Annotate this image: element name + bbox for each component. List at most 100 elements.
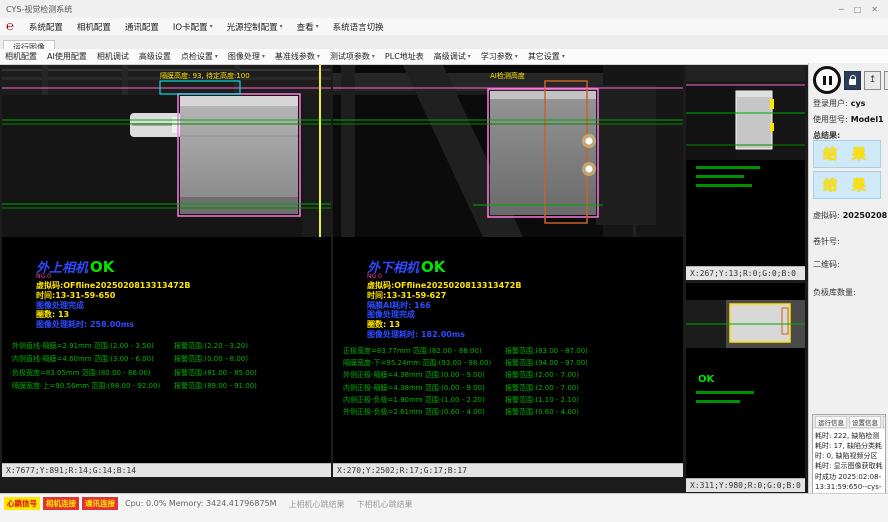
camera-view-upper: 隔膜高度: 93, 待定高度:100 外上相机OK NG:0 虚拟码:OFfli… bbox=[2, 65, 331, 477]
dropdown-arrow-icon: ▾ bbox=[515, 53, 518, 60]
spacer bbox=[686, 283, 805, 300]
tab-row: 运行图像 bbox=[0, 35, 888, 50]
toolbar-item[interactable]: 相机配置 bbox=[0, 51, 42, 62]
menu-item[interactable]: 系统语言切换 bbox=[326, 21, 391, 33]
turns-line: 圈数: 13 bbox=[36, 310, 190, 320]
login-user-value: cys bbox=[851, 99, 866, 108]
cpu-memory-text: Cpu: 0.0% Memory: 3424.41796875M bbox=[125, 497, 277, 508]
elapsed-line: 图像处理耗时: 258.00ms bbox=[36, 320, 190, 330]
model-row: 使用型号: Model1 bbox=[813, 114, 887, 125]
toolbar-item[interactable]: PLC地址表 bbox=[380, 51, 429, 62]
log-tab[interactable]: 错误信息 bbox=[883, 416, 886, 428]
measurement-row: 外侧正极-隔膜=4.38mm 范围:(0.00 - 9.00) 报警范围:(2.… bbox=[343, 369, 681, 381]
menu-item[interactable]: 相机配置 bbox=[70, 21, 118, 33]
pixel-caption-thumb-top: X:267;Y:13;R:0;G:0;B:0 bbox=[686, 266, 805, 280]
toolbar-item[interactable]: 点检设置 ▾ bbox=[176, 51, 223, 62]
status-bar: 心跳信号 相机连接 通讯连接 Cpu: 0.0% Memory: 3424.41… bbox=[0, 493, 888, 522]
maximize-icon[interactable]: □ bbox=[854, 5, 862, 14]
thumbnail-info-top bbox=[686, 160, 805, 266]
pause-icon bbox=[829, 76, 832, 85]
turns-line: 圈数: 13 bbox=[367, 320, 521, 330]
camera-view-lower: AI检测高度 外下相机OK NG:0 虚拟码:OFfline2025020813… bbox=[333, 65, 683, 477]
toolbar-item[interactable]: 学习参数 ▾ bbox=[476, 51, 523, 62]
measurement-row: 内侧正极-负极=1.90mm 范围:(1.00 - 2.20) 报警范围:(1.… bbox=[343, 394, 681, 406]
measurement-list-upper: 外侧直线-隔膜=2.91mm 范围:(2.00 - 3.50) 报警范围:(2.… bbox=[12, 339, 329, 393]
result-info-lower: 外下相机OK NG:0 虚拟码:OFfline2025020813313472B… bbox=[333, 237, 683, 463]
toolbar-item[interactable]: 相机调试 bbox=[92, 51, 134, 62]
titlebar: CYS-视觉检测系统 ─ □ ✕ bbox=[0, 0, 888, 19]
measurement-row: 隔膜宽度-下=95.24mm 范围:(93.00 - 98.00) 报警范围:(… bbox=[343, 357, 681, 369]
thumbnail-image-bottom[interactable] bbox=[686, 300, 805, 348]
toolbar-item[interactable]: 高级设置 bbox=[134, 51, 176, 62]
needle-row: 卷针号: bbox=[813, 236, 887, 247]
dropdown-arrow-icon: ▾ bbox=[210, 23, 213, 30]
measurement-row: 隔膜宽度-上=90.56mm 范围:(88.00 - 92.00) 报警范围:(… bbox=[12, 380, 329, 394]
status-badge: 相机连接 bbox=[43, 497, 79, 510]
camera-image-lower[interactable]: AI检测高度 bbox=[333, 65, 683, 237]
log-tab[interactable]: 运行信息 bbox=[815, 416, 847, 428]
measurement-row: 正极宽度=83.77mm 范围:(82.00 - 88.00) 报警范围:(83… bbox=[343, 345, 681, 357]
result-ok-badge: OK bbox=[90, 258, 114, 276]
log-tabs: 运行信息 设置信息 错误信息 bbox=[813, 415, 885, 429]
thumbnail-info-bottom: OK bbox=[686, 348, 805, 478]
camera-image-upper[interactable]: 隔膜高度: 93, 待定高度:100 bbox=[2, 65, 331, 237]
menu-item[interactable]: 通讯配置 bbox=[118, 21, 166, 33]
measurement-row: 内侧直线-隔膜=4.60mm 范围:(3.00 - 6.00) 报警范围:(0.… bbox=[12, 353, 329, 367]
thumbnail-view-bottom: OK X:311;Y:980;R:0;G:0;B:0 bbox=[686, 283, 805, 492]
login-user-row: 登录用户: cys bbox=[813, 98, 887, 109]
lock-button[interactable] bbox=[844, 71, 861, 90]
model-value: Model1 bbox=[851, 115, 884, 124]
status-line: 图像处理完成 bbox=[367, 310, 521, 320]
menubar: ℮ 系统配置 相机配置 通讯配置 IO卡配置 ▾ 光源控制配置 bbox=[0, 18, 888, 36]
status-badge: 心跳信号 bbox=[4, 497, 40, 510]
dropdown-arrow-icon: ▾ bbox=[316, 23, 319, 30]
status-badges: 心跳信号 相机连接 通讯连接 bbox=[4, 497, 118, 510]
sidebar: ↥ ↵ 登录用户: cys 使用型号: Model1 总结果: 结 果 结 果 … bbox=[808, 63, 888, 497]
toolbar-item[interactable]: 高级调试 ▾ bbox=[429, 51, 476, 62]
lock-icon bbox=[849, 79, 856, 85]
status-badge: 通讯连接 bbox=[82, 497, 118, 510]
ai-elapsed-line: 隔膜AI耗时: 166 bbox=[367, 301, 521, 311]
return-button[interactable]: ↵ bbox=[884, 71, 888, 90]
upper-camera-heartbeat: 上相机心跳结果 bbox=[289, 497, 345, 510]
upload-button[interactable]: ↥ bbox=[864, 71, 881, 90]
toolbar-item[interactable]: AI使用配置 bbox=[42, 51, 92, 62]
thumbnail-view-top: X:267;Y:13;R:0;G:0;B:0 bbox=[686, 65, 805, 280]
qr-row: 二维码: bbox=[813, 259, 887, 270]
toolbar-item[interactable]: 基准线参数 ▾ bbox=[270, 51, 325, 62]
sidebar-buttons: ↥ ↵ bbox=[809, 63, 888, 96]
small-text-line bbox=[696, 400, 740, 403]
toolbar-item[interactable]: 图像处理 ▾ bbox=[223, 51, 270, 62]
menu-item[interactable]: 查看 ▾ bbox=[290, 21, 326, 33]
measurement-row: 负极宽度=83.05mm 范围:(80.00 - 86.00) 报警范围:(81… bbox=[12, 366, 329, 380]
result-ok-badge: OK bbox=[698, 374, 805, 385]
barcode-line: 虚拟码:OFfline2025020813313472B bbox=[367, 281, 521, 291]
small-text-line bbox=[696, 391, 754, 394]
toolbar-item[interactable]: 测试项参数 ▾ bbox=[325, 51, 380, 62]
log-tab[interactable]: 设置信息 bbox=[849, 416, 881, 428]
overlay-label-upper: 隔膜高度: 93, 待定高度:100 bbox=[160, 71, 250, 80]
result-lines-lower: 虚拟码:OFfline2025020813313472B 时间:13-31-59… bbox=[367, 281, 521, 340]
toolbar-item[interactable]: 其它设置 ▾ bbox=[523, 51, 570, 62]
log-text: 耗时: 222, 缺陷检测耗时: 17, 缺陷分类耗时: 0, 缺陷视频分区耗时… bbox=[813, 429, 885, 494]
menu-item[interactable]: 系统配置 bbox=[22, 21, 70, 33]
minimize-icon[interactable]: ─ bbox=[839, 5, 844, 14]
thumbnail-image-top[interactable] bbox=[686, 65, 805, 160]
window-title: CYS-视觉检测系统 bbox=[6, 4, 72, 15]
menu-item[interactable]: IO卡配置 ▾ bbox=[166, 21, 220, 33]
measurement-row: 外侧正极-负极=2.61mm 范围:(0.60 - 4.00) 报警范围:(0.… bbox=[343, 406, 681, 418]
close-icon[interactable]: ✕ bbox=[871, 5, 878, 14]
pixel-caption-thumb-bottom: X:311;Y:980;R:0;G:0;B:0 bbox=[686, 478, 805, 492]
time-line: 时间:13-31-59-650 bbox=[36, 291, 190, 301]
menu-item[interactable]: 光源控制配置 ▾ bbox=[220, 21, 290, 33]
result-lines-upper: 虚拟码:OFfline2025020813313472B 时间:13-31-59… bbox=[36, 281, 190, 330]
toolbar: 相机配置 AI使用配置 相机调试 高级设置 点检设置 ▾ bbox=[0, 49, 888, 65]
virtual-code-row: 虚拟码: 20250208 bbox=[813, 210, 887, 221]
toolbar-items: 相机配置 AI使用配置 相机调试 高级设置 点检设置 ▾ bbox=[0, 51, 570, 62]
small-text-line bbox=[696, 184, 752, 187]
result-box-2: 结 果 bbox=[813, 171, 881, 199]
virtual-code-value: 20250208 bbox=[843, 211, 887, 220]
pause-button[interactable] bbox=[813, 66, 841, 94]
dropdown-arrow-icon: ▾ bbox=[372, 53, 375, 60]
barcode-line: 虚拟码:OFfline2025020813313472B bbox=[36, 281, 190, 291]
